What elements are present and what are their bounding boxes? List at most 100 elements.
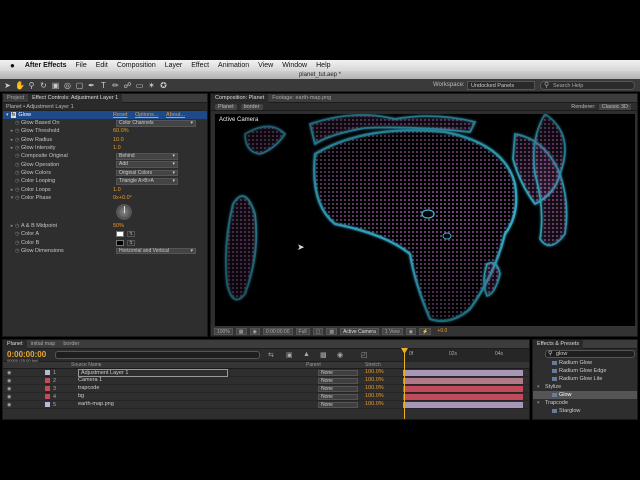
menu-edit[interactable]: Edit bbox=[96, 62, 108, 69]
tab-timeline-initial-map[interactable]: initial map bbox=[27, 340, 60, 349]
composition-viewer[interactable]: Active Camera ➤ bbox=[215, 114, 635, 326]
layer-name[interactable]: Camera 1 bbox=[78, 377, 102, 383]
menu-file[interactable]: File bbox=[75, 62, 86, 69]
col-parent[interactable]: Parent bbox=[306, 362, 321, 368]
magnification-select[interactable]: 100% bbox=[214, 327, 233, 335]
comp-mini-flowchart-icon[interactable]: ⇆ bbox=[268, 351, 274, 359]
visibility-icon[interactable]: ◉ bbox=[7, 402, 11, 408]
parent-select[interactable]: None bbox=[318, 378, 358, 384]
grid-toggle-icon[interactable]: ▦ bbox=[235, 327, 247, 335]
effect-item-radium-glow[interactable]: Radium Glow bbox=[533, 359, 637, 367]
layer-row[interactable]: ◉ 2 Camera 1 None 100.0% bbox=[3, 377, 529, 385]
options-link[interactable]: Options... bbox=[135, 112, 159, 118]
menu-composition[interactable]: Composition bbox=[117, 62, 156, 69]
layer-row[interactable]: ◉ 5 earth-map.png None 100.0% bbox=[3, 401, 529, 409]
tab-effects-presets[interactable]: Effects & Presets bbox=[533, 339, 584, 349]
glow-dimensions-dropdown[interactable]: Horizontal and Vertical bbox=[116, 247, 196, 255]
tab-composition-planet[interactable]: Composition: Planet bbox=[211, 93, 269, 103]
color-loops-value[interactable]: 1.0 bbox=[113, 187, 121, 193]
puppet-tool-icon[interactable]: ✪ bbox=[159, 81, 168, 90]
renderer-value[interactable]: Classic 3D bbox=[598, 104, 631, 110]
twirl-open-icon[interactable]: ▾ bbox=[6, 112, 9, 118]
effect-category-trapcode[interactable]: Trapcode bbox=[533, 399, 637, 407]
current-time-indicator[interactable] bbox=[404, 353, 405, 419]
roi-icon[interactable]: ▢ bbox=[312, 327, 324, 335]
layer-duration-bar[interactable] bbox=[403, 386, 523, 392]
tab-footage-earth-map[interactable]: Footage: earth-map.png bbox=[268, 94, 335, 103]
workspace-select[interactable]: Undocked Panels bbox=[467, 81, 535, 90]
camera-view-select[interactable]: Active Camera bbox=[340, 327, 379, 335]
tab-project[interactable]: Project bbox=[3, 94, 28, 103]
stretch-value[interactable]: 100.0% bbox=[365, 377, 384, 383]
stretch-value[interactable]: 100.0% bbox=[365, 369, 384, 375]
search-help-input[interactable]: ⚲ Search Help bbox=[540, 81, 635, 90]
exposure-value[interactable]: +0.0 bbox=[437, 328, 447, 334]
motion-blur-icon[interactable]: ◉ bbox=[337, 351, 343, 359]
glow-operation-dropdown[interactable]: Add bbox=[116, 161, 178, 168]
color-phase-value[interactable]: 0x+0.0° bbox=[113, 195, 132, 201]
eyedropper-icon[interactable]: ↯ bbox=[127, 239, 135, 246]
hide-shy-icon[interactable]: ▲ bbox=[303, 351, 310, 358]
about-link[interactable]: About... bbox=[166, 112, 185, 118]
reset-link[interactable]: Reset bbox=[113, 112, 127, 118]
eraser-tool-icon[interactable]: ▭ bbox=[135, 81, 144, 90]
glow-radius-value[interactable]: 10.0 bbox=[113, 137, 124, 143]
effect-header-glow[interactable]: ▾ fx Glow Reset Options... About... bbox=[3, 111, 207, 119]
layer-duration-bar[interactable] bbox=[403, 378, 523, 384]
effect-item-starglow[interactable]: Starglow bbox=[533, 407, 637, 415]
time-ruler[interactable]: 0f 02s 04s bbox=[403, 349, 529, 362]
brush-tool-icon[interactable]: ✏ bbox=[111, 81, 120, 90]
layer-label-color[interactable] bbox=[45, 370, 50, 375]
layer-name[interactable]: Adjustment Layer 1 bbox=[78, 369, 228, 377]
stretch-value[interactable]: 100.0% bbox=[365, 401, 384, 407]
visibility-icon[interactable]: ◉ bbox=[7, 394, 11, 400]
apple-icon[interactable]: ● bbox=[10, 61, 15, 70]
col-source-name[interactable]: Source Name bbox=[71, 362, 102, 368]
glow-based-on-dropdown[interactable]: Color Channels bbox=[116, 120, 196, 127]
layer-label-color[interactable] bbox=[45, 394, 50, 399]
visibility-icon[interactable]: ◉ bbox=[7, 378, 11, 384]
roto-brush-tool-icon[interactable]: ✶ bbox=[147, 81, 156, 90]
view-layout-select[interactable]: 1 View bbox=[381, 327, 403, 335]
parent-select[interactable]: None bbox=[318, 394, 358, 400]
glow-threshold-value[interactable]: 60.0% bbox=[113, 128, 129, 134]
timeline-search-input[interactable] bbox=[55, 351, 260, 359]
hand-tool-icon[interactable]: ✋ bbox=[15, 81, 25, 90]
menu-layer[interactable]: Layer bbox=[165, 62, 183, 69]
tab-effect-controls[interactable]: Effect Controls: Adjustment Layer 1 bbox=[28, 93, 123, 103]
layer-name[interactable]: bg bbox=[78, 393, 84, 399]
draft-3d-icon[interactable]: ▣ bbox=[286, 351, 293, 359]
pen-tool-icon[interactable]: ✒ bbox=[87, 81, 96, 90]
snapshot-icon[interactable]: ◉ bbox=[249, 327, 260, 335]
layer-duration-bar[interactable] bbox=[403, 394, 523, 400]
layer-row[interactable]: ◉ 3 trapcode None 100.0% bbox=[3, 385, 529, 393]
color-b-swatch[interactable] bbox=[116, 239, 124, 246]
stretch-value[interactable]: 100.0% bbox=[365, 393, 384, 399]
menu-animation[interactable]: Animation bbox=[218, 62, 249, 69]
layer-label-color[interactable] bbox=[45, 378, 50, 383]
stretch-value[interactable]: 100.0% bbox=[365, 385, 384, 391]
pan-behind-tool-icon[interactable]: ◎ bbox=[63, 81, 72, 90]
layer-name[interactable]: trapcode bbox=[78, 385, 99, 391]
resolution-select[interactable]: Full bbox=[295, 327, 310, 335]
tab-timeline-border[interactable]: border bbox=[59, 340, 83, 349]
comp-nav-border[interactable]: border bbox=[240, 103, 263, 110]
layer-label-color[interactable] bbox=[45, 386, 50, 391]
color-looping-dropdown[interactable]: Triangle A>B>A bbox=[116, 178, 178, 185]
layer-duration-bar[interactable] bbox=[403, 402, 523, 408]
visibility-icon[interactable]: ◉ bbox=[7, 370, 11, 376]
layer-name[interactable]: earth-map.png bbox=[78, 401, 114, 407]
effect-item-radium-glow-lite[interactable]: Radium Glow Lite bbox=[533, 375, 637, 383]
visibility-icon[interactable]: ◉ bbox=[7, 386, 11, 392]
parent-select[interactable]: None bbox=[318, 386, 358, 392]
layer-row[interactable]: ◉ 1 Adjustment Layer 1 None 100.0% bbox=[3, 369, 529, 377]
glow-colors-dropdown[interactable]: Original Colors bbox=[116, 169, 178, 177]
composite-original-dropdown[interactable]: Behind bbox=[116, 153, 178, 160]
clone-tool-icon[interactable]: ☍ bbox=[123, 81, 132, 90]
color-a-swatch[interactable] bbox=[116, 231, 124, 238]
selection-tool-icon[interactable]: ➤ bbox=[3, 81, 12, 90]
fx-toggle-icon[interactable]: fx bbox=[10, 112, 17, 118]
graph-editor-icon[interactable]: ◰ bbox=[361, 351, 368, 359]
effect-item-glow[interactable]: Glow bbox=[533, 391, 637, 399]
angle-dial[interactable] bbox=[116, 203, 132, 220]
